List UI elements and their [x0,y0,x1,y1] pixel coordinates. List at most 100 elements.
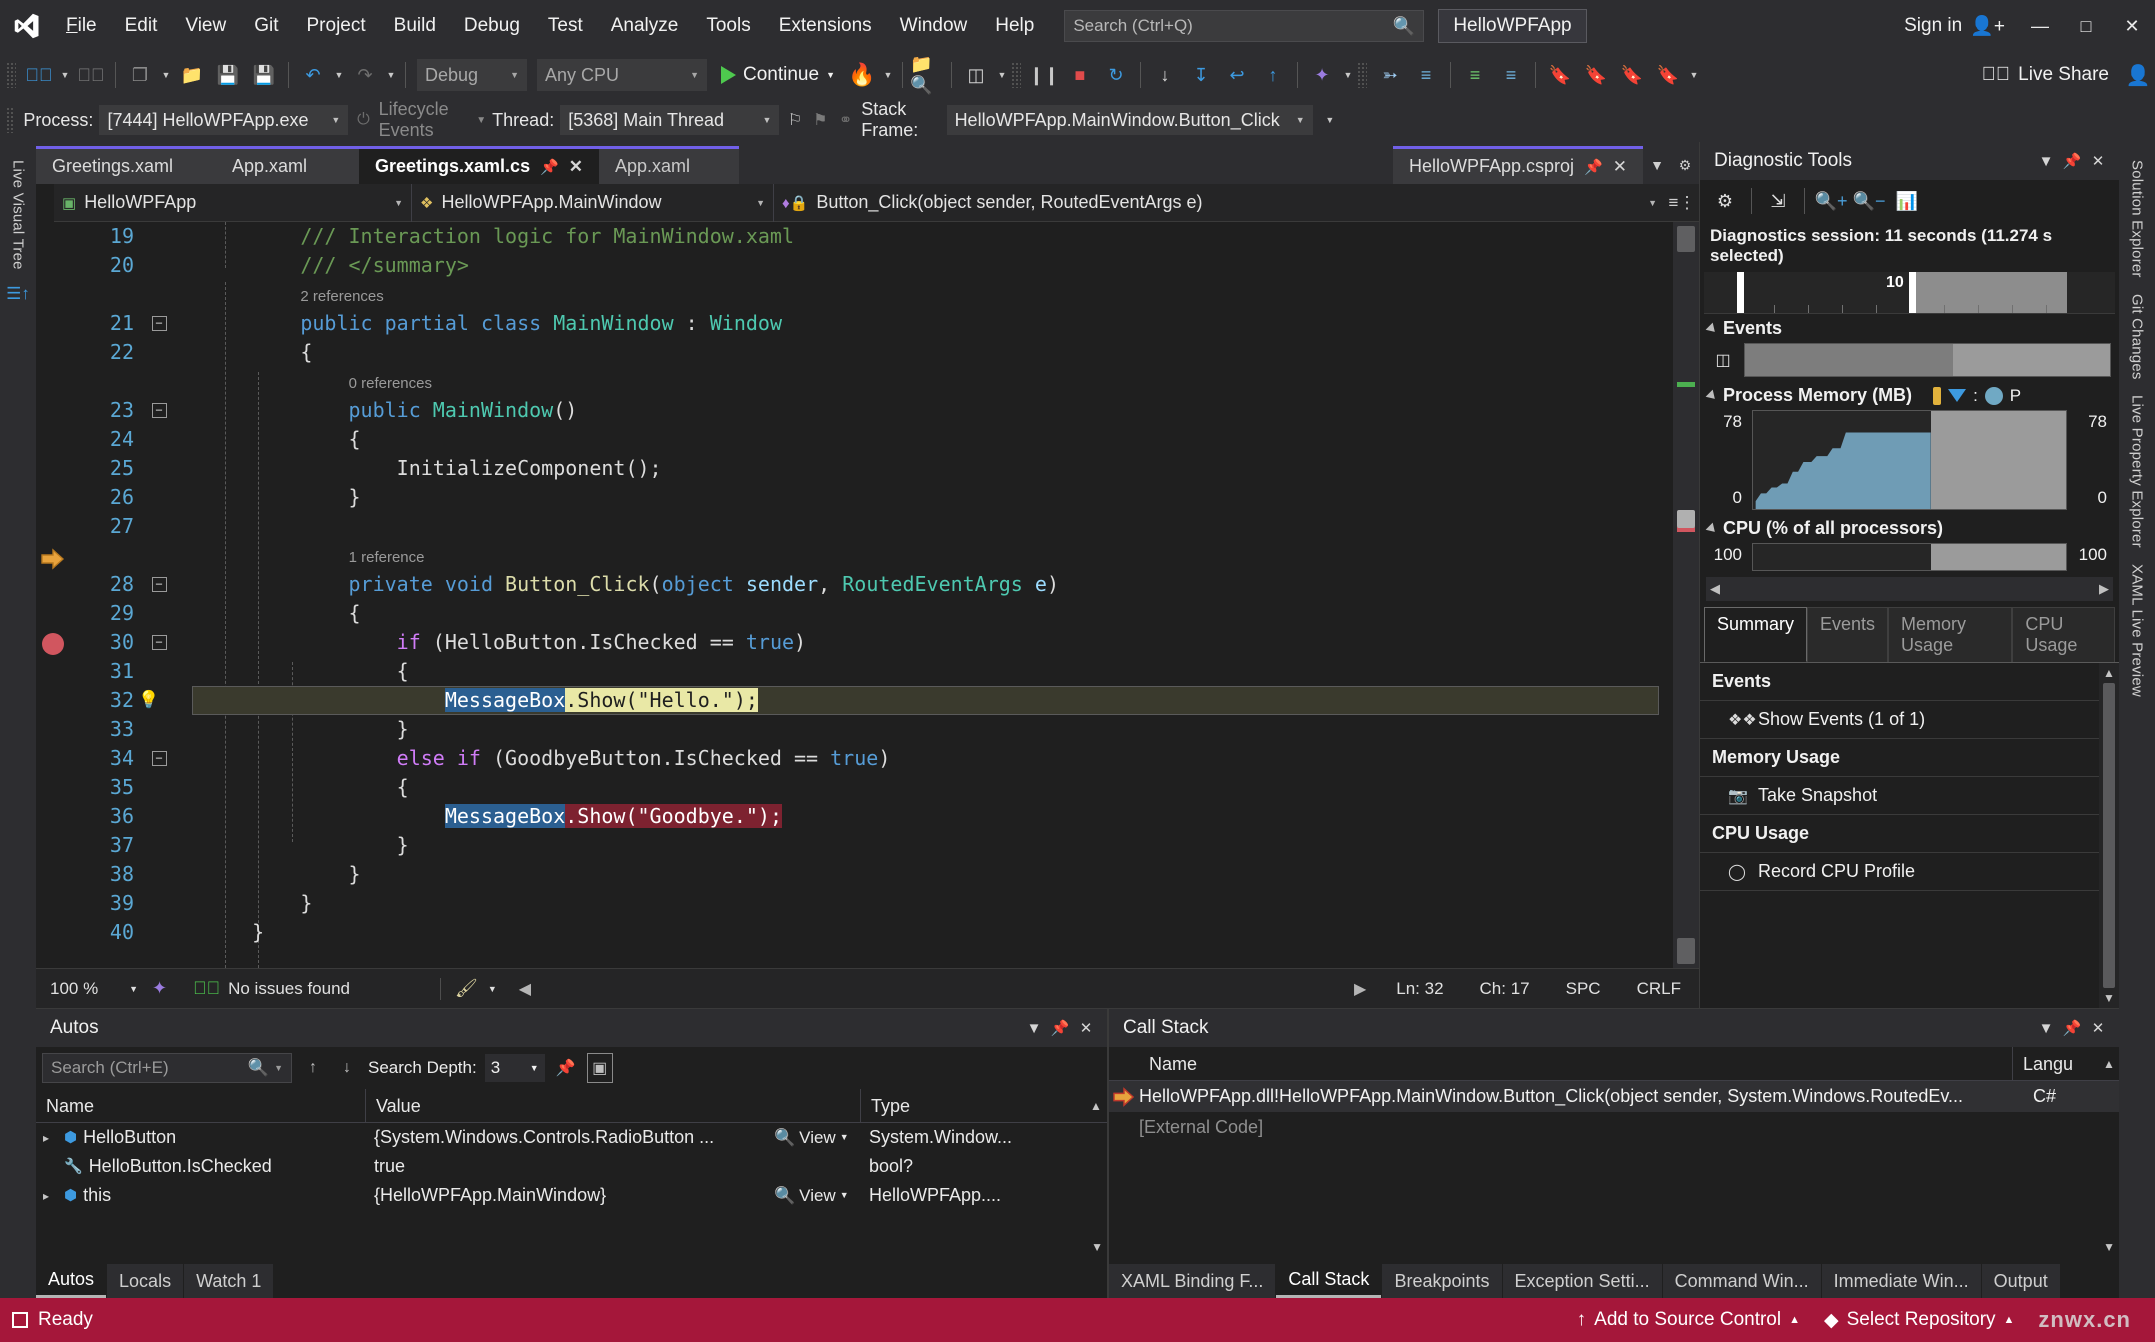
code-line[interactable]: 27 [72,512,1673,541]
menu-analyze[interactable]: Analyze [597,0,693,52]
bookmarks-overflow-icon[interactable]: ▼ [1687,57,1701,93]
scroll-right-icon[interactable]: ▶ [2099,581,2109,597]
scroll-up-icon[interactable]: ▲ [1085,1099,1107,1113]
arrow-down-icon[interactable]: ↓ [334,1053,360,1083]
quick-search-input[interactable]: Search (Ctrl+Q) 🔍 [1064,10,1425,42]
bottom-tab-call-stack[interactable]: Call Stack [1276,1264,1382,1298]
step-out-icon[interactable]: ↩ [1220,57,1254,93]
step-over-icon[interactable]: ↧ [1184,57,1218,93]
send-feedback-icon[interactable]: 👤 [2121,57,2155,93]
chevron-down-icon[interactable]: ▼ [1643,146,1671,184]
debugbar-overflow-icon[interactable]: ▼ [1325,102,1335,138]
maximize-icon[interactable]: □ [2063,0,2109,52]
pointer-select-icon[interactable]: ➳ [1373,57,1407,93]
close-icon[interactable]: ✕ [2109,0,2155,52]
bottom-tab-command-window[interactable]: Command Win... [1662,1264,1821,1298]
lifecycle-events-button[interactable]: ⏻ Lifecycle Events ▼ [354,99,486,141]
rail-item-live-visual-tree[interactable]: Live Visual Tree [10,160,27,270]
code-line[interactable]: 20 /// </summary> [72,251,1673,280]
toggle-bookmark-icon[interactable]: 🔖 [1543,57,1577,93]
intellicode-icon[interactable]: ✦ [1305,57,1339,93]
search-depth-select[interactable]: 3 ▼ [484,1054,545,1082]
pin-icon[interactable]: 📌 [1047,1013,1073,1043]
minimize-icon[interactable]: — [2017,0,2063,52]
rail-item-live-property-explorer[interactable]: Live Property Explorer [2129,395,2146,548]
menu-file[interactable]: File [52,0,111,52]
select-repository-button[interactable]: ◆ Select Repository ▲ [1812,1309,2026,1332]
live-share-button[interactable]: ↗⃝ Live Share [1972,64,2119,86]
scroll-down-thumb[interactable] [1677,938,1695,964]
restart-icon[interactable]: ↻ [1099,57,1133,93]
pin-icon[interactable]: 📌 [540,158,559,176]
autos-cell-value[interactable]: true [366,1152,766,1181]
chevron-down-icon[interactable]: ▼ [1021,1013,1047,1043]
nav-project-select[interactable]: ▣ HelloWPFApp ▼ [54,183,412,222]
code-line[interactable]: 31 { [72,657,1673,686]
code-line[interactable]: 39 } [72,889,1673,918]
code-line[interactable]: 35 { [72,773,1673,802]
scroll-right-icon[interactable]: ▶ [1342,979,1378,999]
code-line[interactable]: 19 /// Interaction logic for MainWindow.… [72,222,1673,251]
stack-frame-select[interactable]: HelloWPFApp.MainWindow.Button_Click ▼ [946,105,1313,135]
bottom-tab-watch-1[interactable]: Watch 1 [184,1264,274,1298]
close-icon[interactable]: ✕ [1073,1013,1099,1043]
diagnostics-timeline[interactable]: 10 [1704,272,2115,314]
code-line[interactable]: 2 references [72,280,1673,309]
zoom-level-select[interactable]: 100 % ▼ [44,973,144,1004]
nav-type-select[interactable]: ❖ HelloWPFApp.MainWindow ▼ [412,183,774,222]
events-section-header[interactable]: Events [1700,314,2119,343]
toolbar-grip[interactable] [6,62,16,88]
select-graph-icon[interactable]: 📊 [1890,185,1924,217]
code-line[interactable]: 22 { [72,338,1673,367]
menu-project[interactable]: Project [293,0,380,52]
table-row[interactable]: [External Code] [1109,1112,2119,1143]
show-flagged-threads-icon[interactable]: ⚑ [811,105,830,135]
column-header-type[interactable]: Type [861,1089,1085,1123]
cpu-graph[interactable] [1752,543,2067,571]
code-line[interactable]: 1 reference [72,541,1673,570]
intellicode-dropdown-icon[interactable]: ▼ [1341,57,1355,93]
pin-value-icon[interactable]: 📌 [553,1053,579,1083]
undo-icon[interactable]: ↶ [296,57,330,93]
codelens-reference-count[interactable]: 2 references [300,288,383,305]
code-line[interactable]: 24 { [72,425,1673,454]
autos-view-link[interactable]: 🔍 View ▼ [766,1123,861,1152]
bottom-tab-breakpoints[interactable]: Breakpoints [1382,1264,1502,1298]
show-threads-in-source-icon[interactable]: ⚭ [836,105,855,135]
menu-view[interactable]: View [171,0,240,52]
table-row[interactable]: ▸ ⬢ HelloButton {System.Windows.Controls… [36,1123,1107,1152]
step-into-icon[interactable]: ↓ [1148,57,1182,93]
timeline-selection[interactable] [1909,272,2067,313]
editor-tab-app-xaml[interactable]: App.xaml [216,146,359,184]
diagnostics-tab-cpu-usage[interactable]: CPU Usage [2012,607,2115,662]
fold-toggle-icon[interactable]: − [144,570,174,599]
hot-reload-dropdown-icon[interactable]: ▼ [881,57,895,93]
edit-settings-icon[interactable]: 🖌 [455,978,478,999]
rail-item-git-changes[interactable]: Git Changes [2129,294,2146,380]
break-all-icon[interactable]: ❙❙ [1027,57,1061,93]
summary-item-record-cpu-profile[interactable]: ◯ Record CPU Profile [1700,853,2099,891]
show-window-layout-icon[interactable]: ◫ [959,57,993,93]
summary-item-take-snapshot[interactable]: 📷 Take Snapshot [1700,777,2099,815]
code-line[interactable]: 34− else if (GoodbyeButton.IsChecked == … [72,744,1673,773]
hex-display-icon[interactable]: ▣ [586,1053,613,1083]
pin-icon[interactable]: 📌 [2059,146,2085,176]
diagnostics-summary-scrollbar[interactable]: ▲ ▼ [2099,663,2119,1008]
fold-toggle-icon[interactable]: − [144,396,174,425]
rail-item-xaml-live-preview[interactable]: XAML Live Preview [2129,564,2146,697]
chevron-down-icon[interactable]: ▼ [2033,1013,2059,1043]
fold-toggle-icon[interactable]: − [144,309,174,338]
hot-reload-icon[interactable]: 🔥 [845,57,879,93]
scroll-down-icon[interactable]: ▼ [2103,991,2115,1005]
code-line[interactable]: 21− public partial class MainWindow : Wi… [72,309,1673,338]
code-text-pane[interactable]: 19 /// Interaction logic for MainWindow.… [72,222,1673,968]
menu-git[interactable]: Git [240,0,292,52]
uncomment-lines-icon[interactable]: ≡ [1494,57,1528,93]
lightbulb-icon[interactable]: 💡 [138,686,159,715]
close-icon[interactable]: ✕ [2085,146,2111,176]
platform-select[interactable]: Any CPU ▼ [537,59,707,91]
intellicode-icon[interactable]: ✦ [144,978,175,999]
code-line[interactable]: 40 } [72,918,1673,947]
navigate-back-icon[interactable]: ◁⃝ [22,57,56,93]
navigate-forward-icon[interactable]: ▷⃝ [74,57,108,93]
